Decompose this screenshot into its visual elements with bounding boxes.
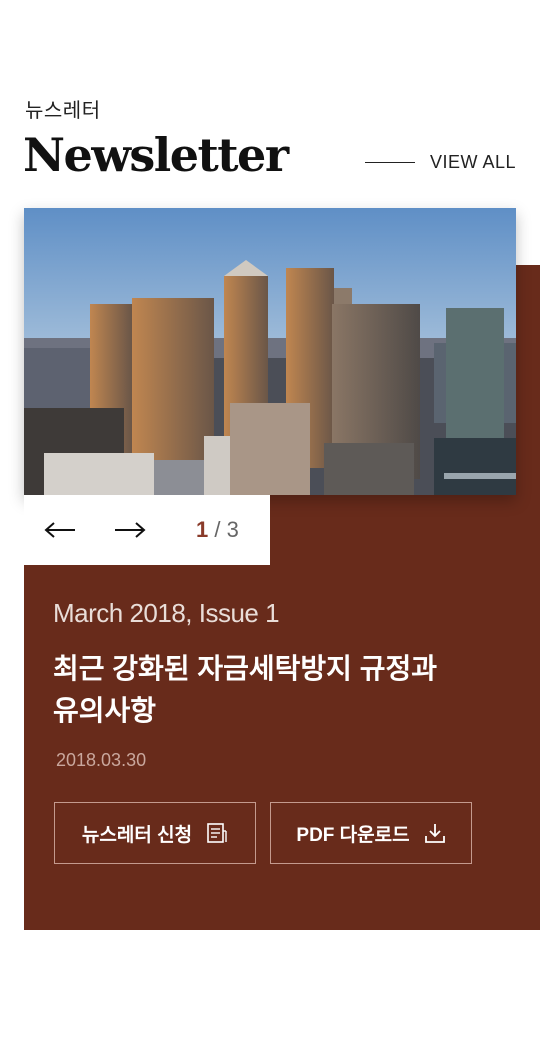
document-icon <box>207 823 227 843</box>
section-title: Newsletter <box>23 128 289 182</box>
hero-image-city-skyline <box>24 208 516 495</box>
headline-line-2: 유의사항 <box>53 695 157 726</box>
counter-separator: / <box>208 517 227 542</box>
arrow-left-icon[interactable] <box>44 520 76 540</box>
current-slide: 1 <box>196 517 209 542</box>
subscribe-button[interactable]: 뉴스레터 신청 <box>54 802 256 864</box>
arrow-right-icon[interactable] <box>114 520 146 540</box>
view-all-divider <box>365 162 415 163</box>
download-label: PDF 다운로드 <box>296 824 410 846</box>
slider-pager: 1 / 3 <box>24 495 270 565</box>
pdf-download-button[interactable]: PDF 다운로드 <box>270 802 472 864</box>
issue-label: March 2018, Issue 1 <box>53 598 280 628</box>
download-icon <box>424 824 445 843</box>
headline-line-1: 최근 강화된 자금세탁방지 규정과 <box>53 653 437 684</box>
view-all-label: VIEW ALL <box>430 152 517 172</box>
slide-counter: 1 / 3 <box>196 517 239 543</box>
section-eyebrow: 뉴스레터 <box>25 100 101 122</box>
subscribe-label: 뉴스레터 신청 <box>81 824 193 846</box>
view-all-link[interactable]: VIEW ALL <box>365 152 516 173</box>
total-slides: 3 <box>226 517 239 542</box>
article-date: 2018.03.30 <box>56 750 147 770</box>
article-headline[interactable]: 최근 강화된 자금세탁방지 규정과 유의사항 <box>53 648 493 732</box>
